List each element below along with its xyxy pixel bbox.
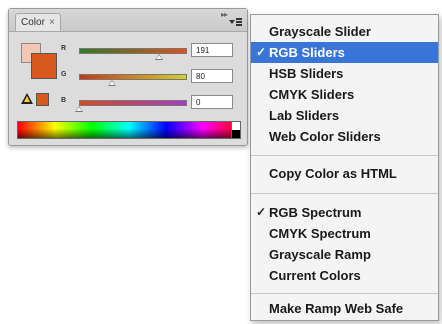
foreground-color-swatch[interactable] [31,53,57,79]
menu-item-cmyk-spectrum[interactable]: CMYK Spectrum [251,223,438,244]
menu-item-label: HSB Sliders [269,66,344,81]
slider-row-g: G 80 [61,69,241,91]
close-icon[interactable]: × [49,14,55,32]
channel-label: B [61,97,67,104]
check-icon: ✓ [256,45,267,59]
menu-item-web-color-sliders[interactable]: Web Color Sliders [251,126,438,147]
menu-item-label: RGB Sliders [269,45,345,60]
menu-item-label: Make Ramp Web Safe [269,301,404,316]
menu-bars-icon [236,18,242,27]
menu-item-hsb-sliders[interactable]: HSB Sliders [251,63,438,84]
menu-item-label: RGB Spectrum [269,205,362,220]
value-field[interactable]: 0 [191,95,233,109]
menu-item-grayscale-slider[interactable]: Grayscale Slider [251,21,438,42]
tab-label: Color [21,17,45,28]
slider-thumb[interactable] [107,80,116,86]
menu-item-label: CMYK Sliders [269,87,355,102]
slider-track[interactable] [79,74,187,80]
slider-track[interactable] [79,48,187,54]
channel-label: G [61,71,67,78]
check-icon: ✓ [256,205,267,219]
menu-item-lab-sliders[interactable]: Lab Sliders [251,105,438,126]
tab-color[interactable]: Color × [15,13,61,31]
menu-separator [251,155,438,156]
menu-arrow-icon [229,20,235,24]
menu-item-rgb-sliders[interactable]: ✓ RGB Sliders [251,42,438,63]
slider-row-b: B 0 [61,95,241,117]
gamut-color-swatch[interactable] [36,93,49,106]
panel-flyout-menu: Grayscale Slider ✓ RGB Sliders HSB Slide… [250,14,439,321]
menu-item-label: Grayscale Ramp [269,247,371,262]
menu-item-grayscale-ramp[interactable]: Grayscale Ramp [251,244,438,265]
menu-item-make-ramp-web-safe[interactable]: Make Ramp Web Safe [251,298,438,319]
menu-item-rgb-spectrum[interactable]: ✓ RGB Spectrum [251,202,438,223]
menu-item-current-colors[interactable]: Current Colors [251,265,438,286]
menu-item-label: Copy Color as HTML [269,166,397,181]
menu-item-label: Grayscale Slider [269,24,371,39]
value-field[interactable]: 80 [191,69,233,83]
menu-item-label: Current Colors [269,268,361,283]
menu-item-copy-color-as-html[interactable]: Copy Color as HTML [251,163,438,184]
menu-item-label: Web Color Sliders [269,129,381,144]
menu-item-label: CMYK Spectrum [269,226,371,241]
screenshot-stage: Color × ▸▸ R 191 G 80 B 0 Grayscale Slid… [0,0,442,324]
color-spectrum-ramp[interactable] [17,121,241,139]
slider-track[interactable] [79,100,187,106]
color-panel: Color × ▸▸ R 191 G 80 B 0 [8,8,248,146]
slider-row-r: R 191 [61,43,241,65]
panel-tab-bar: Color × ▸▸ [9,9,247,32]
value-field[interactable]: 191 [191,43,233,57]
collapse-icon[interactable]: ▸▸ [221,10,228,19]
menu-item-cmyk-sliders[interactable]: CMYK Sliders [251,84,438,105]
menu-separator [251,193,438,194]
out-of-gamut-warning-icon[interactable] [21,93,33,104]
menu-separator [251,293,438,294]
channel-label: R [61,45,67,52]
slider-thumb[interactable] [154,54,163,60]
slider-thumb[interactable] [75,106,83,112]
panel-menu-icon[interactable] [229,17,243,29]
menu-item-label: Lab Sliders [269,108,340,123]
black-white-swatch[interactable] [231,121,241,139]
